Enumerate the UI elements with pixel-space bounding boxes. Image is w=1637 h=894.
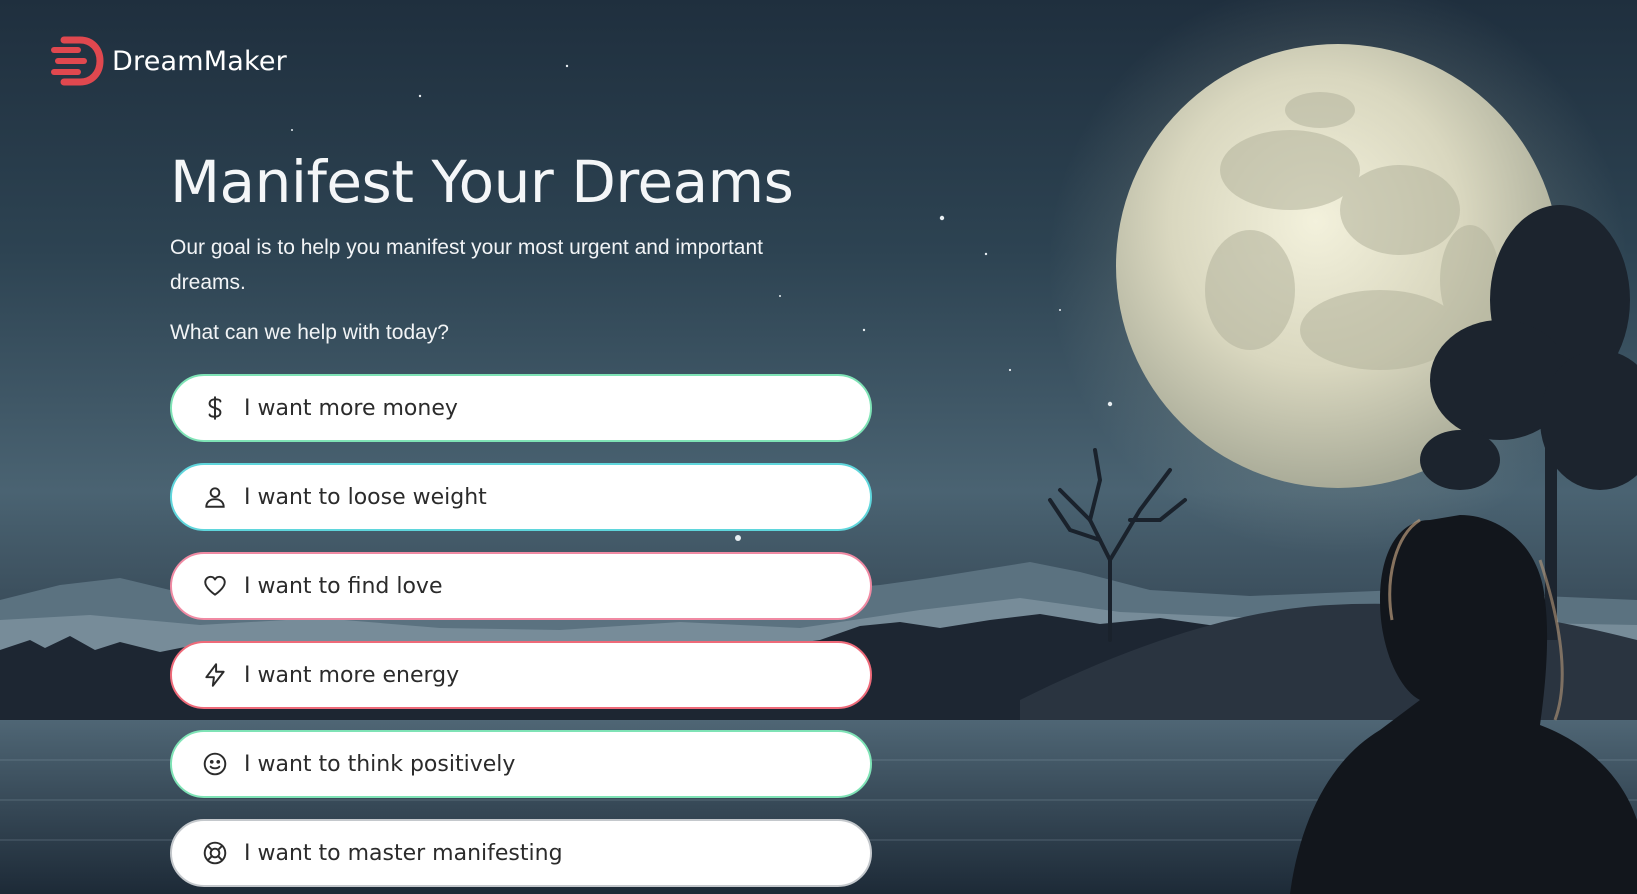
- option-label: I want to master manifesting: [244, 840, 563, 866]
- dreammaker-logo-icon: [51, 36, 104, 86]
- page-title: Manifest Your Dreams: [170, 148, 794, 216]
- option-loose-weight[interactable]: I want to loose weight: [170, 463, 872, 531]
- dollar-icon: [202, 395, 228, 421]
- option-think-positively[interactable]: I want to think positively: [170, 730, 872, 798]
- person-icon: [202, 484, 228, 510]
- option-more-energy[interactable]: I want more energy: [170, 641, 872, 709]
- option-label: I want to think positively: [244, 751, 516, 777]
- option-find-love[interactable]: I want to find love: [170, 552, 872, 620]
- goal-options-list: I want more money I want to loose weight…: [170, 374, 872, 894]
- brand-name: DreamMaker: [112, 45, 287, 77]
- hero-subtitle: Our goal is to help you manifest your mo…: [170, 236, 763, 294]
- option-label: I want to loose weight: [244, 484, 487, 510]
- hero-section: Manifest Your Dreams Our goal is to help…: [170, 148, 870, 348]
- hero-question: What can we help with today?: [170, 321, 449, 344]
- option-label: I want to find love: [244, 573, 443, 599]
- lightning-icon: [202, 662, 228, 688]
- heart-icon: [202, 573, 228, 599]
- option-master-manifesting[interactable]: I want to master manifesting: [170, 819, 872, 887]
- smiley-icon: [202, 751, 228, 777]
- option-label: I want more energy: [244, 662, 460, 688]
- option-label: I want more money: [244, 395, 458, 421]
- page: DreamMaker Manifest Your Dreams Our goal…: [0, 0, 1637, 894]
- brand-logo[interactable]: DreamMaker: [50, 36, 287, 86]
- option-more-money[interactable]: I want more money: [170, 374, 872, 442]
- lifebuoy-icon: [202, 840, 228, 866]
